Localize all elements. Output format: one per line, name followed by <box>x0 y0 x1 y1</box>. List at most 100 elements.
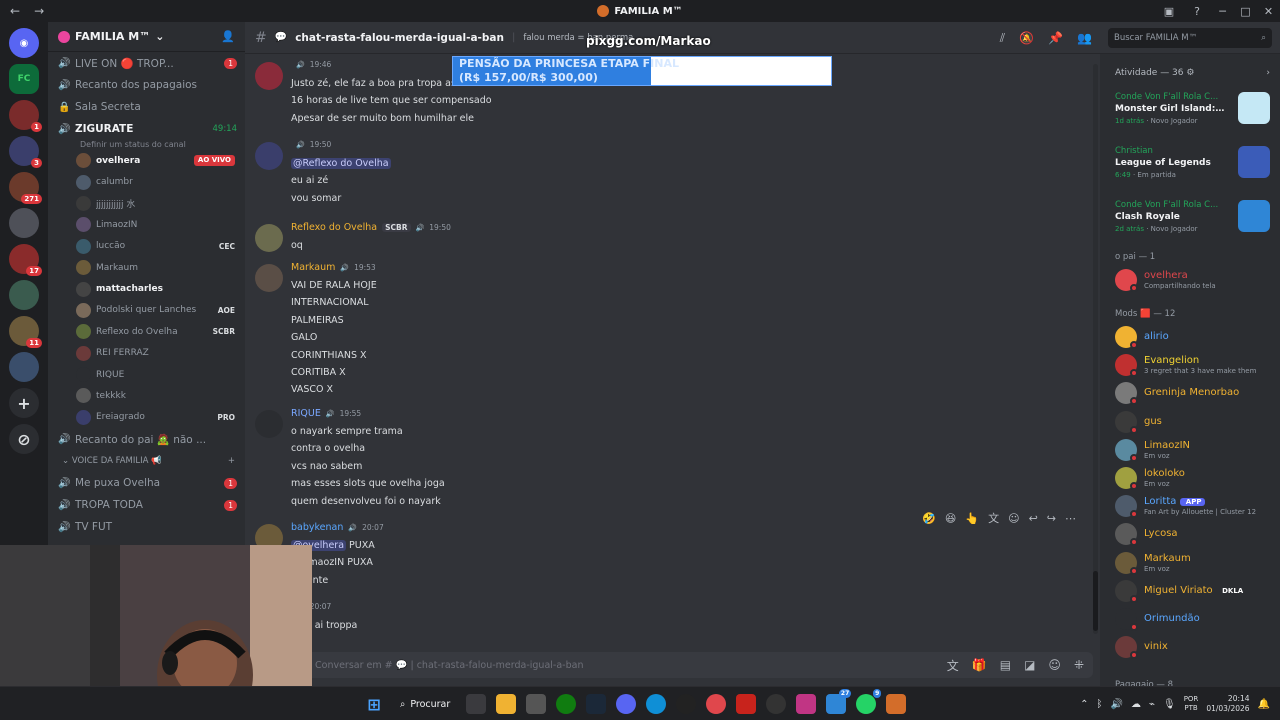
explore-servers-icon[interactable]: ⊘ <box>9 424 39 454</box>
gif-icon[interactable]: ▤ <box>1000 658 1011 672</box>
voice-user[interactable]: Markaum <box>48 257 245 278</box>
voice-user[interactable]: REI FERRAZ <box>48 343 245 364</box>
voice-user[interactable]: RIQUE <box>48 364 245 385</box>
help-icon[interactable]: ? <box>1183 5 1211 18</box>
member-item[interactable]: Markaum Em voz <box>1115 550 1275 576</box>
server-icon-3[interactable]: 1 <box>9 100 42 132</box>
avatar[interactable] <box>255 410 283 438</box>
user-mention[interactable]: @Reflexo do Ovelha <box>291 158 391 169</box>
steam-icon[interactable] <box>586 694 607 714</box>
channel-item[interactable]: 🔊 Me puxa Ovelha 1 <box>48 472 245 494</box>
gift-icon[interactable]: 🎁 <box>972 658 987 672</box>
translate-icon[interactable]: 文 <box>947 657 959 674</box>
member-item[interactable]: ovelhera Compartilhando tela <box>1115 267 1275 293</box>
maximize-button[interactable]: □ <box>1234 5 1257 18</box>
channel-item[interactable]: 🔊 Recanto do pai 🧟 não ... <box>48 428 245 450</box>
taskbar-search[interactable]: ⌕ Procurar <box>394 692 456 716</box>
apps-icon[interactable]: ⁜ <box>1074 658 1084 672</box>
member-item[interactable]: vinix <box>1115 634 1275 660</box>
author-name[interactable]: Markaum <box>291 262 335 273</box>
voice-user[interactable]: ovelhera AO VIVO <box>48 150 245 171</box>
task-view-icon[interactable] <box>466 694 487 714</box>
activity-card[interactable]: Conde Von F'all Rola C... Monster Girl Is… <box>1110 88 1272 132</box>
avatar[interactable] <box>255 264 283 292</box>
server-icon-6[interactable] <box>9 208 39 238</box>
reaction-laugh-icon[interactable]: 🤣 <box>922 512 936 525</box>
channel-zigurate[interactable]: 🔊 ZIGURATE 49:14 <box>48 118 245 140</box>
store-icon[interactable] <box>526 694 547 714</box>
edge-icon[interactable] <box>646 694 667 714</box>
pin-icon[interactable]: 📌 <box>1048 31 1063 45</box>
add-server-icon[interactable]: + <box>9 388 39 418</box>
voice-user[interactable]: Podolski quer Lanches AOE <box>48 300 245 321</box>
chevron-right-icon[interactable]: › <box>1266 68 1270 78</box>
emoji-icon[interactable]: ☺ <box>1048 658 1061 672</box>
member-item[interactable]: alirio <box>1115 324 1275 350</box>
add-member-icon[interactable]: 👤 <box>221 30 235 43</box>
clock[interactable]: 20:14 01/03/2026 <box>1206 694 1249 714</box>
mic-icon[interactable]: 🎙 <box>1163 699 1176 710</box>
member-item[interactable]: Loritta APP Fan Art by Allouette | Cluste… <box>1115 493 1275 519</box>
add-channel-icon[interactable]: + <box>228 456 235 466</box>
scrollbar-track[interactable] <box>1093 64 1098 634</box>
author-name[interactable]: babykenan <box>291 522 343 533</box>
activity-card[interactable]: Christian League of Legends 6:49 · Em part… <box>1110 142 1272 186</box>
avatar[interactable] <box>255 142 283 170</box>
voice-user[interactable]: Reflexo do Ovelha SCBR <box>48 321 245 342</box>
member-item[interactable]: Greninja Menorbao <box>1115 380 1275 406</box>
voice-user[interactable]: Ereiagrado PRO <box>48 407 245 428</box>
server-icon-2[interactable]: FC <box>9 64 39 94</box>
member-item[interactable]: Lycosa <box>1115 521 1275 547</box>
channel-status[interactable]: Definir um status do canal <box>48 140 245 150</box>
reply-icon[interactable]: ↩ <box>1029 512 1038 525</box>
channel-item[interactable]: 🔊 TROPA TODA 1 <box>48 494 245 516</box>
notifications-icon[interactable]: 🔔 <box>1258 699 1270 710</box>
member-item[interactable]: Orimundão <box>1115 606 1275 632</box>
gear-icon[interactable]: ⚙ <box>1186 68 1194 78</box>
reaction-grin-icon[interactable]: 😆 <box>945 512 956 525</box>
voice-user[interactable]: luccão CEC <box>48 236 245 257</box>
sticker-icon[interactable]: ◪ <box>1024 658 1035 672</box>
server-icon-5[interactable]: 271 <box>9 172 42 204</box>
voice-user[interactable]: LimaozIN <box>48 214 245 235</box>
server-icon-10[interactable] <box>9 352 39 382</box>
active-app-icon[interactable] <box>886 694 907 714</box>
app-dark-icon[interactable] <box>766 694 787 714</box>
channel-item[interactable]: 🔊 LIVE ON 🔴 TROP... 1 <box>48 52 245 74</box>
category-header[interactable]: ⌄ VOICE DA FAMILIA 📢 + <box>48 450 245 472</box>
channel-item[interactable]: 🔊 Recanto dos papagaios <box>48 74 245 96</box>
voice-user[interactable]: tekkkk <box>48 385 245 406</box>
server-icon-1[interactable]: ◉ <box>9 28 39 58</box>
author-name[interactable]: Reflexo do Ovelha <box>291 222 377 233</box>
bluetooth-icon[interactable]: ᛒ <box>1097 699 1103 710</box>
inbox-icon[interactable]: ▣ <box>1155 5 1183 18</box>
chrome-icon[interactable] <box>706 694 727 714</box>
add-reaction-icon[interactable]: ☺ <box>1008 512 1019 525</box>
member-item[interactable]: Evangelion 3 regret that 3 have make them <box>1115 352 1275 378</box>
activity-card[interactable]: Conde Von F'all Rola C... Clash Royale 2d … <box>1110 196 1272 240</box>
file-explorer-icon[interactable] <box>496 694 517 714</box>
chevron-up-icon[interactable]: ⌃ <box>1080 699 1088 710</box>
forward-icon[interactable]: ↪ <box>1047 512 1056 525</box>
server-icon-8[interactable] <box>9 280 39 310</box>
obs-icon[interactable] <box>676 694 697 714</box>
channel-item[interactable]: 🔊 TV FUT <box>48 516 245 538</box>
language-indicator[interactable]: POR PTB <box>1184 695 1199 713</box>
app-red-icon[interactable] <box>736 694 757 714</box>
server-icon-9[interactable]: 11 <box>9 316 42 348</box>
member-item[interactable]: LimaozIN Em voz <box>1115 437 1275 463</box>
more-icon[interactable]: ⋯ <box>1065 512 1076 525</box>
server-icon-7[interactable]: 17 <box>9 244 42 276</box>
voice-user[interactable]: mattacharles <box>48 278 245 299</box>
network-icon[interactable]: ⌁ <box>1149 699 1155 710</box>
voice-user[interactable]: jjjjjjjjjjj 水 <box>48 193 245 214</box>
member-item[interactable]: gus <box>1115 409 1275 435</box>
scrollbar-thumb[interactable] <box>1093 571 1098 631</box>
search-input[interactable]: Buscar FAMILIA M™ ⌕ <box>1108 27 1272 48</box>
volume-icon[interactable]: 🔊 <box>1111 699 1123 710</box>
whatsapp-icon[interactable]: 9 <box>856 689 882 714</box>
cloud-icon[interactable]: ☁ <box>1131 699 1141 710</box>
server-header[interactable]: FAMILIA M™ ⌄ 👤 <box>48 22 245 52</box>
xbox-icon[interactable] <box>556 694 577 714</box>
member-list-icon[interactable]: 👥 <box>1077 31 1092 45</box>
